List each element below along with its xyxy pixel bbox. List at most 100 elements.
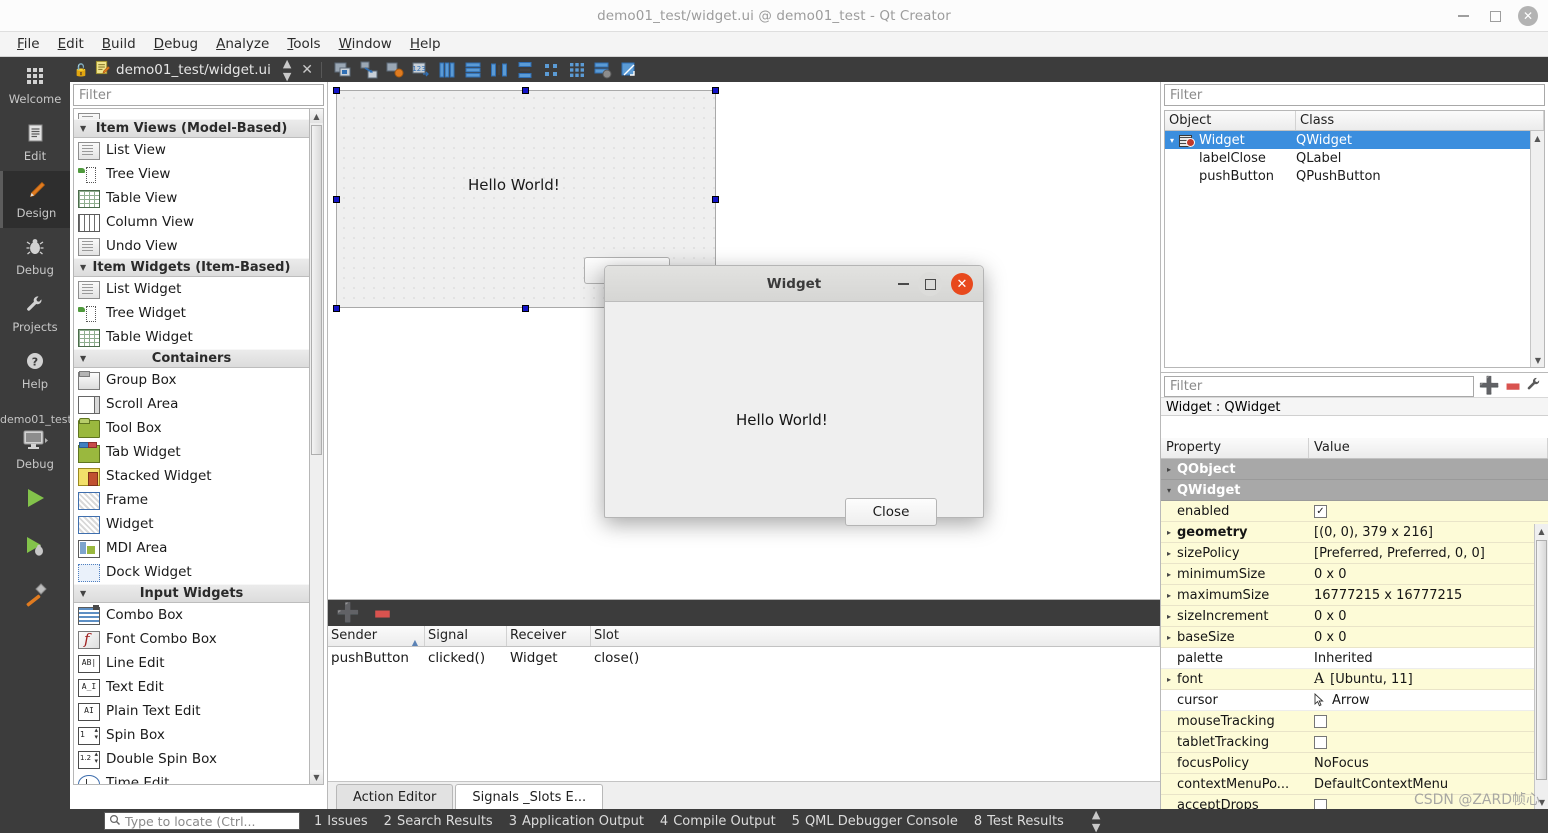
widget-item-stacked-widget[interactable]: Stacked Widget (74, 464, 309, 488)
updown-arrows-icon[interactable]: ▲ ▼ (283, 57, 291, 83)
edit-widgets-icon[interactable] (331, 59, 355, 81)
layout-vertical-icon[interactable] (461, 59, 485, 81)
widget-category-item-views[interactable]: ▼ Item Views (Model-Based) (74, 119, 309, 138)
property-row-tablettracking[interactable]: tabletTracking (1161, 732, 1548, 753)
resize-handle-bottom-center[interactable] (522, 305, 529, 312)
scrollbar-thumb[interactable] (1536, 540, 1547, 780)
menu-debug[interactable]: Debug (145, 34, 207, 54)
resize-handle-top-right[interactable] (712, 87, 719, 94)
tree-row-pushbutton[interactable]: pushButton QPushButton (1165, 167, 1544, 185)
widget-item-list-widget[interactable]: List Widget (74, 277, 309, 301)
menu-file[interactable]: File (8, 34, 49, 54)
edit-buddies-icon[interactable] (383, 59, 407, 81)
widget-item-dock-widget[interactable]: Dock Widget (74, 560, 309, 584)
column-header-value[interactable]: Value (1309, 438, 1548, 458)
property-group-qobject[interactable]: ▸ QObject (1161, 459, 1548, 480)
wrench-icon[interactable] (1526, 376, 1542, 396)
output-button-qml-debugger-console[interactable]: 5 QML Debugger Console (792, 814, 958, 829)
window-close-button[interactable]: ✕ (1518, 6, 1538, 26)
column-header-receiver[interactable]: Receiver (507, 626, 591, 646)
dialog-close-button[interactable]: ✕ (951, 273, 973, 295)
property-row-minimumsize[interactable]: ▸ minimumSize 0 x 0 (1161, 564, 1548, 585)
menu-edit[interactable]: Edit (49, 34, 93, 54)
chevron-right-icon[interactable]: ▸ (1161, 612, 1177, 621)
property-row-palette[interactable]: palette Inherited (1161, 648, 1548, 669)
widget-category-item-widgets[interactable]: ▼ Item Widgets (Item-Based) (74, 258, 309, 277)
chevron-down-icon[interactable]: ▾ (1161, 486, 1177, 495)
run-button[interactable] (0, 474, 70, 522)
edit-tab-order-icon[interactable]: 123 (409, 59, 433, 81)
chevron-right-icon[interactable]: ▸ (1161, 528, 1177, 537)
adjust-size-icon[interactable] (617, 59, 641, 81)
property-row-sizepolicy[interactable]: ▸ sizePolicy [Preferred, Preferred, 0, 0… (1161, 543, 1548, 564)
build-button[interactable] (0, 570, 70, 618)
layout-splitter-v-icon[interactable] (513, 59, 537, 81)
form-label-close[interactable]: Hello World! (468, 176, 560, 194)
property-row-geometry[interactable]: ▸ geometry [(0, 0), 379 x 216] (1161, 522, 1548, 543)
widget-item-tree-widget[interactable]: Tree Widget (74, 301, 309, 325)
menu-help[interactable]: Help (401, 34, 450, 54)
tab-signals-slots-editor[interactable]: Signals _Slots E... (455, 784, 604, 809)
widget-item-undo-view[interactable]: Undo View (74, 234, 309, 258)
chevron-down-icon[interactable]: ▾ (1165, 136, 1179, 145)
widget-item-plain-text-edit[interactable]: AI Plain Text Edit (74, 699, 309, 723)
sidebar-item-edit[interactable]: Edit (0, 114, 70, 171)
widget-item-font-combo-box[interactable]: Font Combo Box (74, 627, 309, 651)
running-widget-dialog[interactable]: Widget ✕ Hello World! Close (604, 265, 984, 526)
window-minimize-button[interactable] (1454, 7, 1472, 25)
minus-icon[interactable]: ▬ (1505, 376, 1521, 396)
property-value[interactable]: [(0, 0), 379 x 216] (1309, 525, 1548, 540)
column-header-property[interactable]: Property (1161, 438, 1309, 458)
column-header-class[interactable]: Class (1296, 111, 1544, 130)
acceptdrops-checkbox[interactable] (1314, 798, 1327, 809)
widget-item-frame[interactable]: Frame (74, 488, 309, 512)
resize-handle-bottom-left[interactable] (333, 305, 340, 312)
widget-item-column-view[interactable]: Column View (74, 210, 309, 234)
widget-item-table-widget[interactable]: Table Widget (74, 325, 309, 349)
kit-selector-button[interactable]: Debug (0, 426, 70, 474)
widget-item-list-view[interactable]: List View (74, 138, 309, 162)
scroll-down-arrow-icon[interactable]: ▼ (310, 770, 323, 784)
resize-handle-middle-left[interactable] (333, 196, 340, 203)
locator-input[interactable]: Type to locate (Ctrl... (104, 812, 300, 830)
property-row-basesize[interactable]: ▸ baseSize 0 x 0 (1161, 627, 1548, 648)
menu-analyze[interactable]: Analyze (207, 34, 278, 54)
chevron-right-icon[interactable]: ▸ (1161, 549, 1177, 558)
resize-handle-top-center[interactable] (522, 87, 529, 94)
widget-box-filter-input[interactable]: Filter (73, 84, 324, 106)
start-debugging-button[interactable] (0, 522, 70, 570)
menu-window[interactable]: Window (330, 34, 401, 54)
output-button-application-output[interactable]: 3 Application Output (509, 814, 644, 829)
tree-row-widget[interactable]: ▾ Widget QWidget (1165, 131, 1544, 149)
widget-item-group-box[interactable]: Group Box (74, 368, 309, 392)
tree-row-labelclose[interactable]: labelClose QLabel (1165, 149, 1544, 167)
widget-item-table-view[interactable]: Table View (74, 186, 309, 210)
widget-item-mdi-area[interactable]: MDI Area (74, 536, 309, 560)
property-value[interactable]: 0 x 0 (1309, 609, 1548, 624)
chevron-right-icon[interactable]: ▸ (1161, 570, 1177, 579)
scroll-up-arrow-icon[interactable]: ▲ (310, 109, 323, 123)
dialog-maximize-button[interactable] (918, 272, 942, 296)
property-row-cursor[interactable]: cursor Arrow (1161, 690, 1548, 711)
object-inspector-filter-input[interactable]: Filter (1164, 84, 1545, 106)
chevron-right-icon[interactable]: ▸ (1161, 675, 1177, 684)
widget-category-input-widgets[interactable]: ▼ Input Widgets (74, 584, 309, 603)
resize-handle-top-left[interactable] (333, 87, 340, 94)
property-value[interactable]: 16777215 x 16777215 (1309, 588, 1548, 603)
layout-form-icon[interactable] (539, 59, 563, 81)
property-row-enabled[interactable]: enabled ✓ (1161, 501, 1548, 522)
column-header-slot[interactable]: Slot (591, 626, 1160, 646)
widget-item-text-edit[interactable]: A̲I Text Edit (74, 675, 309, 699)
chevron-right-icon[interactable]: ▸ (1161, 465, 1177, 474)
plus-icon[interactable]: ➕ (336, 603, 360, 623)
widget-item-widget[interactable]: Widget (74, 512, 309, 536)
resize-handle-middle-right[interactable] (712, 196, 719, 203)
property-editor-table[interactable]: Property Value ▸ QObject ▾ QWidget enabl… (1161, 438, 1548, 809)
sidebar-item-welcome[interactable]: Welcome (0, 57, 70, 114)
widget-item-tree-view[interactable]: Tree View (74, 162, 309, 186)
edit-signals-slots-icon[interactable] (357, 59, 381, 81)
menu-build[interactable]: Build (93, 34, 145, 54)
tablettracking-checkbox[interactable] (1314, 735, 1327, 749)
property-editor-filter-input[interactable]: Filter (1164, 375, 1474, 397)
widget-item-double-spin-box[interactable]: 1.2 Double Spin Box (74, 747, 309, 771)
